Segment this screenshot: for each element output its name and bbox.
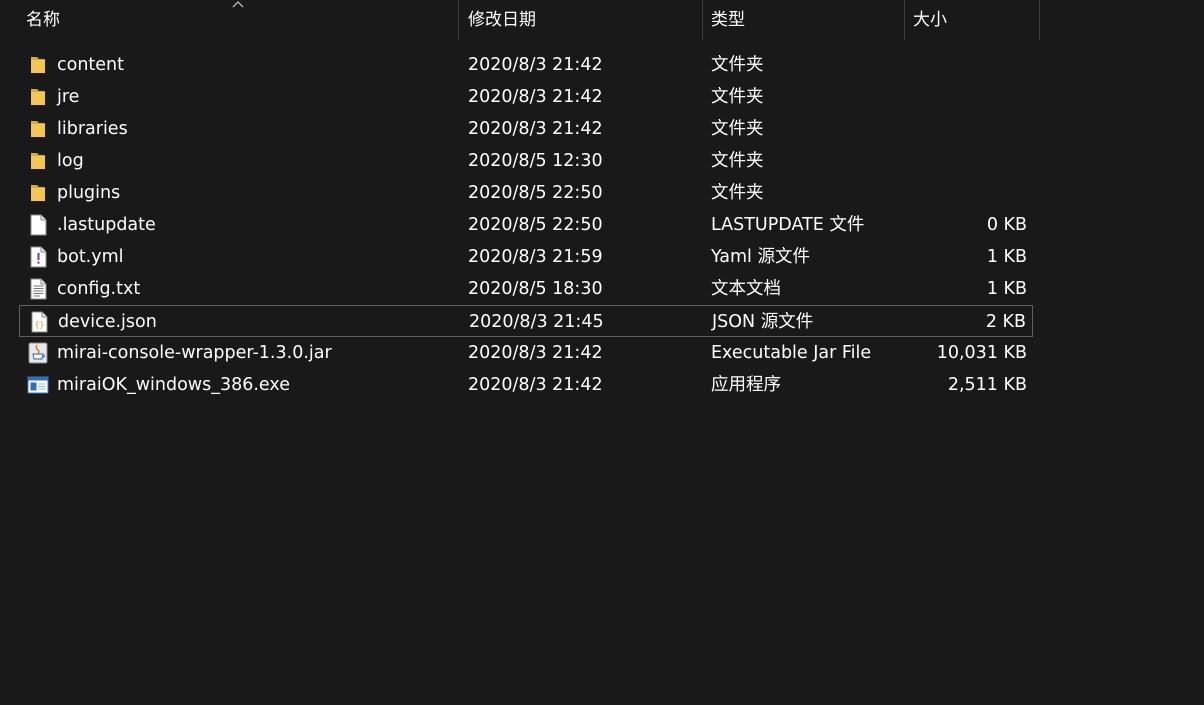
file-type: 文件夹: [711, 119, 764, 139]
folder-icon: [27, 118, 49, 140]
file-name: jre: [57, 87, 80, 107]
file-date-modified: 2020/8/5 22:50: [468, 183, 603, 203]
file-name: .lastupdate: [57, 215, 156, 235]
file-type: LASTUPDATE 文件: [711, 215, 865, 235]
folder-icon: [27, 150, 49, 172]
file-date-modified: 2020/8/3 21:42: [468, 55, 603, 75]
file-type: 文件夹: [711, 87, 764, 107]
blank-file-icon: [27, 214, 49, 236]
file-type: 应用程序: [711, 375, 781, 395]
file-date-modified: 2020/8/5 22:50: [468, 215, 603, 235]
column-header-date[interactable]: 修改日期: [460, 0, 703, 40]
folder-icon: [27, 182, 49, 204]
file-name: device.json: [58, 312, 157, 332]
file-date-modified: 2020/8/3 21:45: [469, 312, 604, 332]
file-size: 2,511 KB: [947, 375, 1027, 395]
file-row[interactable]: config.txt 2020/8/5 18:30 文本文档 1 KB: [19, 273, 1033, 305]
file-name: mirai-console-wrapper-1.3.0.jar: [57, 343, 332, 363]
file-date-modified: 2020/8/5 18:30: [468, 279, 603, 299]
java-jar-icon: [27, 342, 49, 364]
file-type: JSON 源文件: [712, 312, 814, 332]
file-size: 2 KB: [985, 312, 1026, 332]
file-row[interactable]: libraries 2020/8/3 21:42 文件夹: [19, 113, 1033, 145]
file-date-modified: 2020/8/3 21:42: [468, 375, 603, 395]
text-file-icon: [27, 278, 49, 300]
file-row[interactable]: content 2020/8/3 21:42 文件夹: [19, 49, 1033, 81]
file-name: content: [57, 55, 125, 75]
file-row[interactable]: plugins 2020/8/5 22:50 文件夹: [19, 177, 1033, 209]
file-explorer: 名称 修改日期 类型 大小 content 2020/8/3 21:42 文件夹 jr…: [0, 0, 1204, 705]
file-size: 0 KB: [986, 215, 1027, 235]
file-date-modified: 2020/8/3 21:42: [468, 119, 603, 139]
file-name: log: [57, 151, 84, 171]
file-row[interactable]: jre 2020/8/3 21:42 文件夹: [19, 81, 1033, 113]
folder-icon: [27, 86, 49, 108]
exe-app-icon: [27, 374, 49, 396]
file-row[interactable]: mirai-console-wrapper-1.3.0.jar 2020/8/3 …: [19, 337, 1033, 369]
file-date-modified: 2020/8/3 21:42: [468, 343, 603, 363]
file-size: 1 KB: [986, 247, 1027, 267]
file-type: 文本文档: [711, 279, 781, 299]
file-type: Yaml 源文件: [711, 247, 810, 267]
file-size: 1 KB: [986, 279, 1027, 299]
column-header-bar: 名称 修改日期 类型 大小: [0, 0, 1040, 40]
file-name: bot.yml: [57, 247, 124, 267]
column-header-size[interactable]: 大小: [905, 0, 1040, 40]
file-row[interactable]: log 2020/8/5 12:30 文件夹: [19, 145, 1033, 177]
file-row[interactable]: bot.yml 2020/8/3 21:59 Yaml 源文件 1 KB: [19, 241, 1033, 273]
json-file-icon: {}: [28, 311, 50, 333]
file-size: 10,031 KB: [936, 343, 1027, 363]
caret-up-icon: [232, 1, 244, 8]
file-type: Executable Jar File: [711, 343, 872, 363]
file-type: 文件夹: [711, 183, 764, 203]
file-type: 文件夹: [711, 151, 764, 171]
file-date-modified: 2020/8/3 21:59: [468, 247, 603, 267]
yaml-file-icon: [27, 246, 49, 268]
svg-text:{}: {}: [35, 320, 45, 329]
column-header-type[interactable]: 类型: [703, 0, 905, 40]
file-name: plugins: [57, 183, 121, 203]
file-date-modified: 2020/8/5 12:30: [468, 151, 603, 171]
file-row[interactable]: {} device.json 2020/8/3 21:45 JSON 源文件 2 KB: [19, 305, 1033, 337]
file-name: config.txt: [57, 279, 141, 299]
file-type: 文件夹: [711, 55, 764, 75]
file-date-modified: 2020/8/3 21:42: [468, 87, 603, 107]
file-name: miraiOK_windows_386.exe: [57, 375, 290, 395]
file-row[interactable]: .lastupdate 2020/8/5 22:50 LASTUPDATE 文件 0 …: [19, 209, 1033, 241]
folder-icon: [27, 54, 49, 76]
file-name: libraries: [57, 119, 128, 139]
file-row[interactable]: miraiOK_windows_386.exe 2020/8/3 21:42 应用程…: [19, 369, 1033, 401]
